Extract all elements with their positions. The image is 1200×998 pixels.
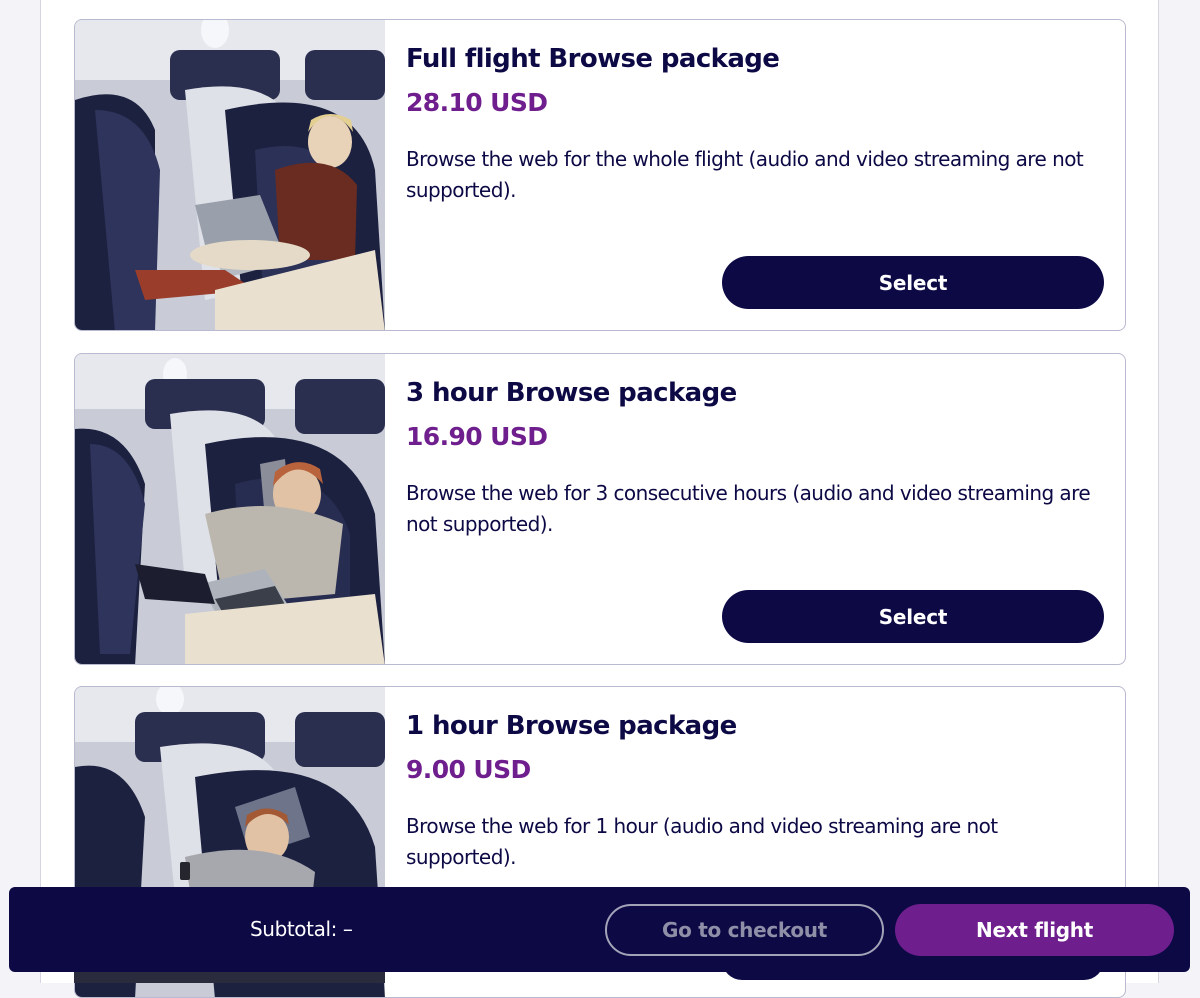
package-card-3-hour: 3 hour Browse package 16.90 USD Browse t… <box>74 353 1126 665</box>
package-details: 3 hour Browse package 16.90 USD Browse t… <box>406 354 1105 664</box>
package-title: Full flight Browse package <box>406 44 780 74</box>
package-title: 1 hour Browse package <box>406 711 737 741</box>
package-title: 3 hour Browse package <box>406 378 737 408</box>
go-to-checkout-button[interactable]: Go to checkout <box>605 904 884 956</box>
checkout-bar: Subtotal: – Go to checkout Next flight <box>9 887 1190 972</box>
package-price: 9.00 USD <box>406 755 531 784</box>
package-photo <box>75 20 385 330</box>
next-flight-button[interactable]: Next flight <box>895 904 1174 956</box>
package-photo-partial <box>74 972 385 983</box>
package-description: Browse the web for 3 consecutive hours (… <box>406 481 1091 536</box>
package-details: Full flight Browse package 28.10 USD Bro… <box>406 20 1105 330</box>
package-photo <box>75 354 385 664</box>
select-button[interactable]: Select <box>722 256 1104 309</box>
select-button[interactable]: Select <box>722 590 1104 643</box>
package-description: Browse the web for 1 hour (audio and vid… <box>406 814 998 869</box>
package-price: 16.90 USD <box>406 422 548 451</box>
package-description: Browse the web for the whole flight (aud… <box>406 147 1084 202</box>
subtotal-text: Subtotal: – <box>250 917 353 941</box>
package-card-full-flight: Full flight Browse package 28.10 USD Bro… <box>74 19 1126 331</box>
package-price: 28.10 USD <box>406 88 548 117</box>
